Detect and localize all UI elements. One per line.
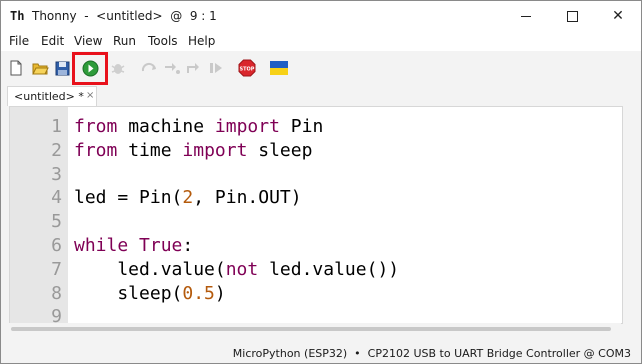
line-number: 6	[51, 235, 62, 256]
interpreter-status[interactable]: MicroPython (ESP32) • CP2102 USB to UART…	[233, 347, 631, 360]
menu-view[interactable]: View	[74, 34, 102, 48]
stop-icon: STOP	[238, 59, 256, 77]
maximize-button[interactable]	[549, 1, 595, 31]
code-editor[interactable]: 1 2 3 4 5 6 7 8 9 from machine import Pi…	[9, 106, 623, 324]
line-number: 9	[51, 306, 62, 324]
code-keyword: from	[74, 140, 118, 161]
code-line: sleep(0.5)	[74, 283, 226, 304]
close-button[interactable]: ✕	[595, 1, 641, 31]
debug-button[interactable]	[109, 59, 127, 77]
step-over-icon	[141, 62, 156, 72]
code-keyword: import	[182, 140, 248, 161]
code-text: Pin	[279, 116, 324, 137]
code-number: 2	[182, 187, 194, 208]
title-bar[interactable]: Th Thonny - <untitled> @ 9 : 1 ✕	[1, 1, 641, 31]
tab-untitled[interactable]: <untitled> * ×	[7, 86, 97, 106]
step-out-icon	[187, 63, 199, 73]
code-text: led.value())	[258, 259, 400, 280]
window-title: Thonny - <untitled> @ 9 : 1	[32, 9, 217, 23]
line-number-gutter: 1 2 3 4 5 6 7 8 9	[10, 107, 68, 323]
status-bar: MicroPython (ESP32) • CP2102 USB to UART…	[1, 341, 641, 363]
resume-icon	[210, 63, 222, 73]
code-line: led.value(not led.value())	[74, 259, 399, 280]
line-number: 3	[51, 164, 62, 185]
line-number: 1	[51, 116, 62, 137]
code-text: )	[214, 283, 226, 304]
minimize-icon	[521, 15, 531, 17]
step-over-button[interactable]	[141, 59, 159, 77]
code-number: 0.5	[182, 283, 215, 304]
code-text: :	[182, 235, 194, 256]
code-keyword: import	[214, 116, 280, 137]
code-line: while True:	[74, 235, 193, 256]
code-keyword: True	[139, 235, 183, 256]
thonny-app-icon: Th	[10, 9, 25, 23]
debug-icon	[111, 64, 125, 74]
tab-close-icon[interactable]: ×	[86, 90, 94, 101]
code-line: led = Pin(2, Pin.OUT)	[74, 187, 302, 208]
code-text: machine	[117, 116, 215, 137]
line-number: 2	[51, 140, 62, 161]
code-line: from machine import Pin	[74, 116, 323, 137]
menu-run[interactable]: Run	[113, 34, 136, 48]
new-file-icon	[10, 60, 22, 76]
menu-file[interactable]: File	[9, 34, 29, 48]
thonny-window: Th Thonny - <untitled> @ 9 : 1 ✕ File Ed…	[0, 0, 642, 364]
maximize-icon	[566, 10, 578, 22]
open-file-button[interactable]	[31, 59, 49, 77]
editor-tab-bar: <untitled> * ×	[1, 86, 641, 106]
code-text: led.value(	[74, 259, 226, 280]
resume-button[interactable]	[207, 59, 225, 77]
close-icon: ✕	[612, 8, 624, 24]
code-text: sleep(	[74, 283, 183, 304]
line-number: 8	[51, 283, 62, 304]
save-icon	[55, 61, 69, 75]
stop-label: STOP	[240, 67, 255, 73]
line-number: 7	[51, 259, 62, 280]
menu-help[interactable]: Help	[188, 34, 215, 48]
new-file-button[interactable]	[7, 59, 25, 77]
ukraine-flag-icon	[270, 61, 288, 75]
minimize-button[interactable]	[503, 1, 549, 31]
line-number: 5	[51, 211, 62, 232]
step-into-button[interactable]	[163, 59, 181, 77]
menu-bar: File Edit View Run Tools Help	[1, 31, 641, 51]
code-text: , Pin.OUT)	[193, 187, 302, 208]
tab-label: <untitled> *	[14, 90, 84, 103]
code-line: from time import sleep	[74, 140, 312, 161]
scrollbar-thumb[interactable]	[11, 327, 611, 331]
code-text: led = Pin(	[74, 187, 183, 208]
support-ukraine-button[interactable]	[270, 59, 288, 77]
code-keyword: from	[74, 116, 118, 137]
line-number: 4	[51, 187, 62, 208]
code-text: time	[117, 140, 183, 161]
step-out-button[interactable]	[185, 59, 203, 77]
step-into-icon	[165, 63, 180, 74]
open-folder-icon	[31, 63, 49, 74]
run-button-highlight-box	[72, 52, 108, 85]
menu-edit[interactable]: Edit	[41, 34, 64, 48]
menu-tools[interactable]: Tools	[148, 34, 178, 48]
horizontal-scrollbar[interactable]	[9, 323, 621, 335]
save-button[interactable]	[53, 59, 71, 77]
code-keyword: while	[74, 235, 129, 256]
code-keyword: not	[225, 259, 259, 280]
stop-button[interactable]: STOP	[238, 59, 256, 77]
code-text: sleep	[247, 140, 313, 161]
